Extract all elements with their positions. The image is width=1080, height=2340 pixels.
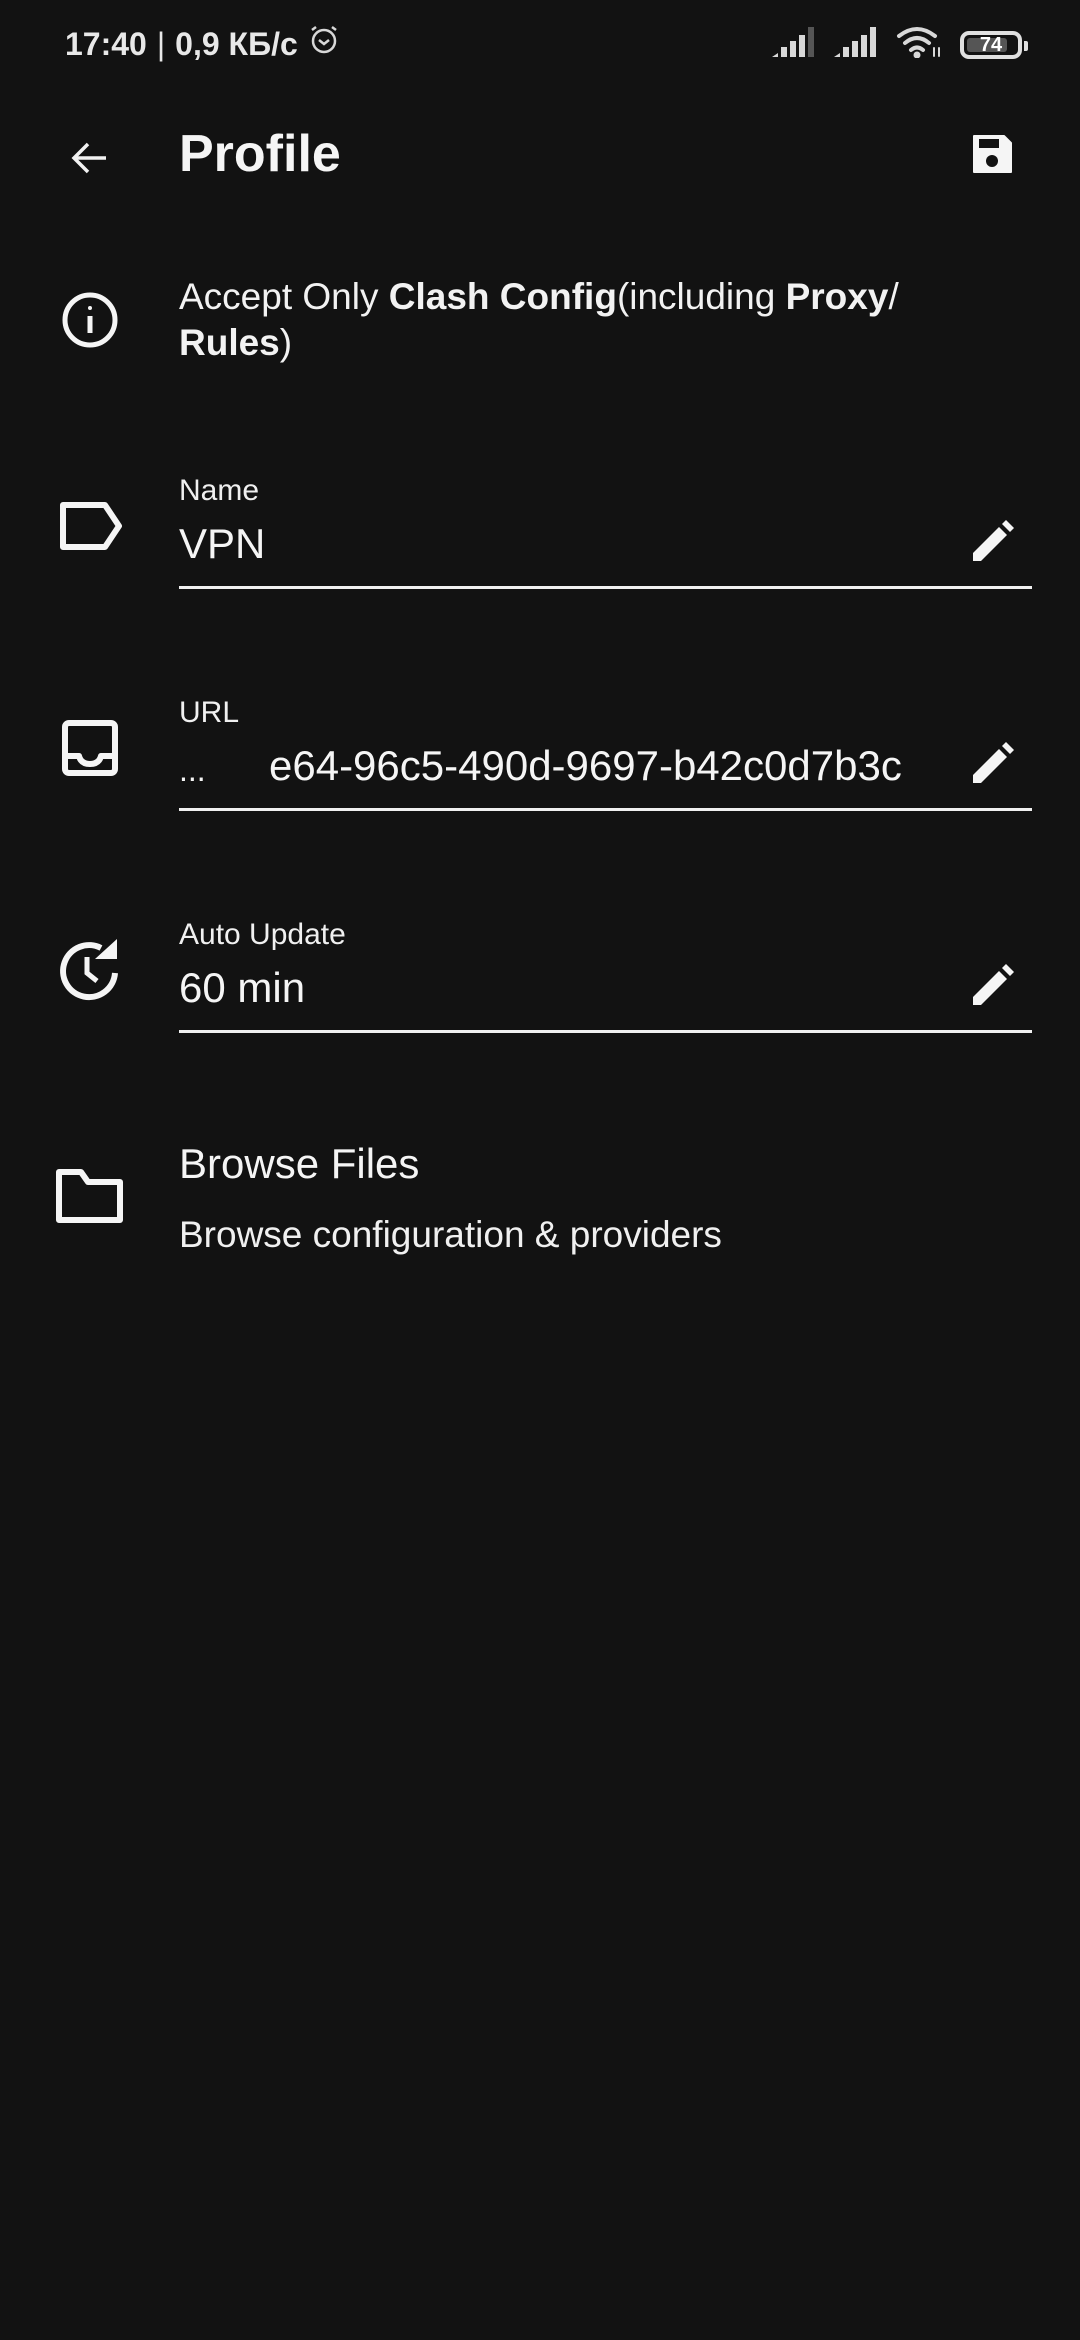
status-bar: 17:40 | 0,9 КБ/с 74 [0, 0, 1080, 90]
info-part-bold: Rules [179, 322, 280, 363]
signal-sim2-icon [834, 27, 878, 62]
info-part: ) [279, 322, 293, 363]
url-ellipsis: ... [179, 752, 206, 788]
info-part-bold: Proxy [785, 276, 889, 317]
label-tag-icon [50, 486, 130, 566]
clock-refresh-icon [50, 930, 130, 1010]
edit-auto-update-button[interactable] [964, 960, 1020, 1016]
info-part: (including [616, 276, 786, 317]
signal-sim1-icon [772, 27, 816, 62]
name-field-label: Name [179, 474, 260, 507]
browse-files-item[interactable]: Browse Files Browse configuration & prov… [0, 1120, 1080, 1270]
auto-update-field-underline [179, 1030, 1032, 1033]
pencil-edit-icon [969, 519, 1015, 570]
auto-update-field[interactable]: Auto Update 60 min [179, 918, 1032, 1033]
info-part-bold: Clash Config [388, 276, 617, 317]
url-field-value[interactable]: e64-96c5-490d-9697-b42c0d7b3c [269, 742, 949, 790]
arrow-back-icon [70, 138, 110, 183]
save-floppy-icon [971, 133, 1013, 180]
page-title: Profile [179, 125, 341, 183]
info-part: Accept Only [179, 276, 389, 317]
name-field-value[interactable]: VPN [179, 520, 949, 568]
pencil-edit-icon [969, 963, 1015, 1014]
browse-files-title: Browse Files [179, 1140, 420, 1187]
edit-url-button[interactable] [964, 738, 1020, 794]
status-right: 74 [772, 26, 1028, 63]
battery-indicator: 74 [960, 30, 1028, 59]
status-separator: | [156, 25, 166, 62]
info-icon [50, 280, 130, 360]
app-bar: Profile [0, 110, 1080, 200]
status-left: 17:40 | 0,9 КБ/с [65, 24, 340, 64]
back-button[interactable] [58, 128, 122, 192]
auto-update-field-value[interactable]: 60 min [179, 964, 949, 1012]
wifi-icon [896, 26, 942, 63]
edit-name-button[interactable] [964, 516, 1020, 572]
url-field-underline [179, 808, 1032, 811]
name-field[interactable]: Name VPN [179, 474, 1032, 589]
url-field-label: URL [179, 696, 240, 729]
battery-level: 74 [979, 33, 1003, 56]
browse-files-subtitle: Browse configuration & providers [179, 1214, 722, 1255]
url-field[interactable]: URL ... e64-96c5-490d-9697-b42c0d7b3c [179, 696, 1032, 811]
info-part: / [888, 276, 899, 317]
inbox-tray-icon [50, 708, 130, 788]
save-button[interactable] [960, 124, 1024, 188]
name-field-underline [179, 586, 1032, 589]
alarm-clock-icon [308, 24, 340, 64]
auto-update-field-label: Auto Update [179, 918, 346, 951]
folder-icon [50, 1156, 130, 1236]
network-speed: 0,9 КБ/с [175, 25, 298, 62]
pencil-edit-icon [969, 741, 1015, 792]
clock-time: 17:40 [65, 25, 147, 62]
info-message: Accept Only Clash Config(including Proxy… [179, 274, 999, 366]
